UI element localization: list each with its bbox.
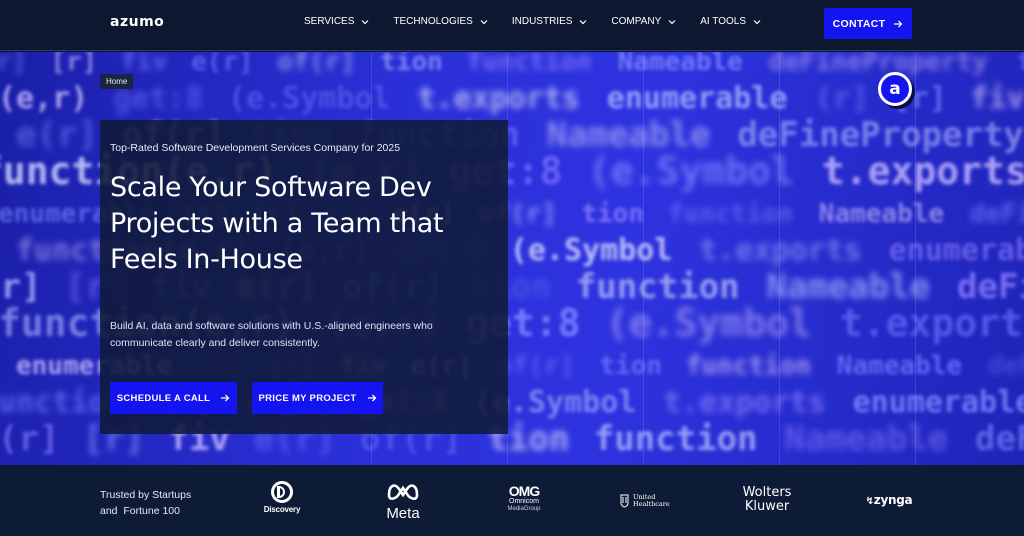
- discovery-label: Discovery: [263, 505, 301, 514]
- code-glyph: t.exports: [822, 149, 1024, 193]
- code-glyph: (e.Symbol: [510, 233, 673, 268]
- contact-button-label: CONTACT: [832, 17, 886, 30]
- menu-services-label: SERVICES: [304, 16, 355, 27]
- chevron-down-icon: [668, 19, 676, 24]
- code-glyph: of(r]: [278, 52, 356, 77]
- menu-industries-label: INDUSTRIES: [511, 16, 573, 27]
- azumo-logo[interactable]: azumo: [110, 14, 164, 30]
- menu-ai-tools[interactable]: AI TOOLS: [700, 16, 762, 27]
- menu-technologies[interactable]: TECHNOLOGIES: [393, 16, 488, 27]
- code-glyph: function(e,r): [1016, 52, 1024, 77]
- omnicom-logo: OMG Omnicom MediaGroup: [500, 484, 548, 513]
- hero-kicker: Top-Rated Software Development Services …: [110, 142, 401, 154]
- trusted-line-1: Trusted by Startups: [100, 489, 192, 501]
- code-glyph: deFineProperty: [970, 199, 1024, 229]
- menu-ai-tools-label: AI TOOLS: [700, 16, 747, 27]
- united-healthcare-text: United Healthcare: [633, 494, 670, 508]
- code-glyph: Nameable: [784, 419, 948, 459]
- hero-section: (r]fivof(r]functiondeFinePropertyget:8t.…: [0, 52, 1024, 465]
- code-glyph: deFineProperty: [769, 52, 988, 77]
- code-glyph: Nameable: [618, 52, 743, 77]
- code-glyph: deFineProperty: [975, 419, 1024, 459]
- trusted-text: Trusted by Startups and Fortune 100: [100, 487, 191, 519]
- code-glyph: function: [686, 351, 811, 381]
- kluwer-label: Kluwer: [744, 499, 790, 514]
- omg-mark: OMG: [508, 483, 540, 499]
- contact-button[interactable]: CONTACT: [824, 8, 912, 39]
- omnicom-label: Omnicom: [509, 498, 539, 505]
- zynga-label: zynga: [873, 493, 913, 507]
- code-glyph: t.exports: [663, 385, 826, 420]
- grid-line: [779, 52, 780, 465]
- code-glyph: enumerable: [889, 233, 1024, 268]
- code-glyph: fiv: [970, 81, 1024, 116]
- trusted-by-strip: Trusted by Startups and Fortune 100 Disc…: [0, 465, 1024, 536]
- code-glyph: (r]: [815, 81, 869, 116]
- discovery-d-icon: [271, 481, 293, 503]
- price-project-label: PRICE MY PROJECT: [258, 392, 357, 404]
- menu-company[interactable]: COMPANY: [611, 16, 677, 27]
- breadcrumb-home[interactable]: Home: [100, 74, 134, 89]
- hero-card: Top-Rated Software Development Services …: [100, 120, 508, 434]
- hero-headline: Scale Your Software Dev Projects with a …: [110, 172, 444, 275]
- code-glyph: t.exports: [840, 301, 1024, 345]
- code-glyph: t.exports: [417, 81, 580, 116]
- code-glyph: t.exports: [699, 233, 862, 268]
- code-glyph: (e,r): [0, 81, 88, 116]
- code-glyph: [r]: [50, 52, 97, 77]
- mediagroup-label: MediaGroup: [507, 506, 541, 512]
- grid-line: [915, 52, 916, 465]
- discovery-logo: Discovery: [262, 481, 302, 514]
- arrow-right-icon: [367, 394, 376, 402]
- code-glyph: (r]: [0, 419, 59, 459]
- schedule-call-button[interactable]: SCHEDULE A CALL: [110, 382, 237, 414]
- zynga-bolt-icon: ↯: [865, 496, 874, 507]
- chevron-down-icon: [480, 19, 488, 24]
- code-glyph: function: [668, 199, 793, 229]
- meta-logo: Meta: [380, 481, 426, 522]
- chevron-down-icon: [361, 19, 369, 24]
- arrow-right-icon: [221, 394, 230, 402]
- grid-line: [643, 52, 644, 465]
- code-glyph: (e.Symbol: [228, 81, 391, 116]
- hero-description: Build AI, data and software solutions wi…: [110, 320, 433, 349]
- chevron-down-icon: [753, 19, 761, 24]
- code-glyph: function: [594, 419, 758, 459]
- code-glyph: (e.Symbol: [606, 301, 812, 345]
- code-glyph: tion: [599, 351, 662, 381]
- code-glyph: e(r]: [191, 52, 254, 77]
- price-project-button[interactable]: PRICE MY PROJECT: [252, 382, 383, 414]
- united-healthcare-shield-icon: [620, 494, 629, 508]
- wolters-kluwer-logo: Wolters Kluwer: [738, 486, 796, 514]
- main-menu: SERVICES TECHNOLOGIES INDUSTRIES COMPANY…: [304, 16, 785, 27]
- schedule-call-label: SCHEDULE A CALL: [116, 392, 211, 404]
- code-glyph: (r]: [0, 52, 27, 77]
- code-glyph: Nameable: [819, 199, 944, 229]
- menu-services[interactable]: SERVICES: [304, 16, 370, 27]
- chevron-down-icon: [579, 19, 587, 24]
- code-glyph: Nameable: [837, 351, 962, 381]
- zynga-logo: ↯zynga: [864, 493, 914, 507]
- code-glyph: function: [467, 52, 592, 77]
- menu-company-label: COMPANY: [611, 16, 662, 27]
- menu-technologies-label: TECHNOLOGIES: [393, 16, 473, 27]
- azumo-badge-icon[interactable]: a: [878, 72, 912, 106]
- meta-infinity-icon: [387, 484, 419, 500]
- code-glyph: enumerable: [607, 81, 788, 116]
- wolters-label: Wolters: [742, 485, 792, 500]
- code-glyph: function: [576, 267, 740, 307]
- meta-label: Meta: [386, 505, 420, 522]
- healthcare-label: Healthcare: [633, 500, 670, 508]
- arrow-right-icon: [894, 20, 903, 27]
- code-glyph: (e.Symbol: [588, 149, 794, 193]
- code-glyph: of(r]: [497, 351, 575, 381]
- code-glyph: tion: [380, 52, 443, 77]
- code-glyph: deFineProperty: [988, 351, 1024, 381]
- top-navigation: azumo SERVICES TECHNOLOGIES INDUSTRIES C…: [0, 0, 1024, 51]
- code-glyph: enumerable: [853, 385, 1024, 420]
- united-healthcare-logo: United Healthcare: [620, 494, 680, 508]
- trusted-line-2: and Fortune 100: [100, 505, 180, 517]
- code-glyph: tion: [581, 199, 644, 229]
- menu-industries[interactable]: INDUSTRIES: [512, 16, 589, 27]
